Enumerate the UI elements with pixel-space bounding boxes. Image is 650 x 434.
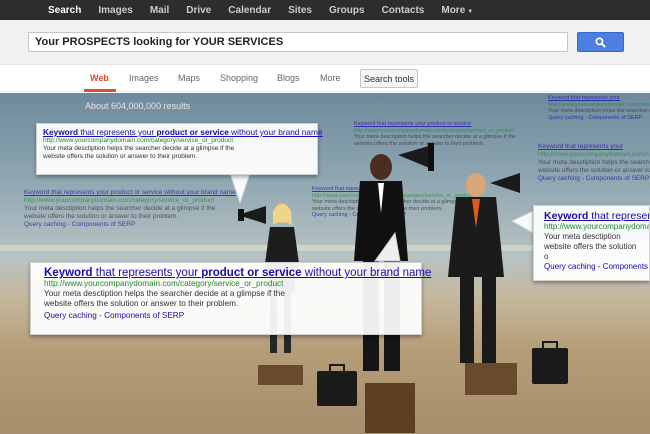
result-desc-line2: website offers the solution o bbox=[544, 242, 637, 261]
tail-center-card bbox=[374, 231, 401, 262]
result-title-link[interactable]: Keyword that represents your bbox=[544, 210, 649, 222]
nav-groups[interactable]: Groups bbox=[329, 5, 365, 16]
result-desc-line1: Your meta desctiption helps the searcher… bbox=[44, 289, 285, 298]
result-url: http://www.yourcompanydomain.com/categor… bbox=[43, 137, 234, 144]
tab-shopping[interactable]: Shopping bbox=[220, 73, 258, 83]
nav-more-label: More bbox=[441, 4, 466, 16]
result-desc-line2: website offers the solution or answer to… bbox=[43, 153, 198, 160]
result-card-right: Keyword that represents your http://www.… bbox=[533, 205, 650, 281]
nav-drive[interactable]: Drive bbox=[186, 5, 211, 16]
result-url: http://www.yourcompanydomain.com/categor… bbox=[544, 222, 650, 231]
google-bar: Search Images Mail Drive Calendar Sites … bbox=[0, 0, 650, 20]
search-tabs: Web Images Maps Shopping Blogs More Sear… bbox=[0, 66, 650, 92]
tab-more[interactable]: More bbox=[320, 73, 341, 83]
result-desc-line2: website offers the solution or answer to… bbox=[44, 299, 239, 308]
tail-top-card bbox=[229, 172, 251, 205]
result-title-link[interactable]: Keyword that represents your product or … bbox=[43, 127, 322, 137]
nav-mail[interactable]: Mail bbox=[150, 5, 169, 16]
search-header: Your PROSPECTS looking for YOUR SERVICES bbox=[0, 20, 650, 65]
desert-scene-photo: About 604,000,000 results Keyword that r… bbox=[0, 93, 650, 434]
result-url: http://www.yourcompanydomain.com/categor… bbox=[44, 279, 284, 288]
search-tools-button[interactable]: Search tools bbox=[360, 69, 418, 88]
nav-more[interactable]: More ▼ bbox=[441, 5, 473, 16]
result-desc-line1: Your meta desctiption helps the searcher… bbox=[43, 145, 235, 152]
tab-web[interactable]: Web bbox=[90, 73, 109, 83]
result-card-large: Keyword that represents your product or … bbox=[30, 262, 431, 335]
active-tab-indicator bbox=[84, 89, 116, 92]
result-desc-line1: Your meta desctiption bbox=[544, 232, 621, 241]
nav-sites[interactable]: Sites bbox=[288, 5, 312, 16]
nav-calendar[interactable]: Calendar bbox=[228, 5, 271, 16]
nav-search[interactable]: Search bbox=[48, 5, 81, 16]
caret-down-icon: ▼ bbox=[467, 8, 474, 15]
result-links[interactable]: Query caching - Components of SERP bbox=[44, 311, 408, 321]
tab-maps[interactable]: Maps bbox=[178, 73, 200, 83]
tail-right-card bbox=[510, 210, 534, 234]
tab-images[interactable]: Images bbox=[129, 73, 159, 83]
tab-blogs[interactable]: Blogs bbox=[277, 73, 300, 83]
search-icon bbox=[595, 36, 606, 48]
search-button[interactable] bbox=[577, 32, 624, 52]
result-card-small: Keyword that represents your product or … bbox=[36, 123, 322, 175]
nav-images[interactable]: Images bbox=[98, 5, 132, 16]
nav-contacts[interactable]: Contacts bbox=[382, 5, 425, 16]
result-title-link[interactable]: Keyword that represents your product or … bbox=[44, 267, 431, 279]
result-links[interactable]: Query caching - Components of SERP bbox=[544, 262, 649, 272]
search-input[interactable]: Your PROSPECTS looking for YOUR SERVICES bbox=[28, 32, 568, 52]
